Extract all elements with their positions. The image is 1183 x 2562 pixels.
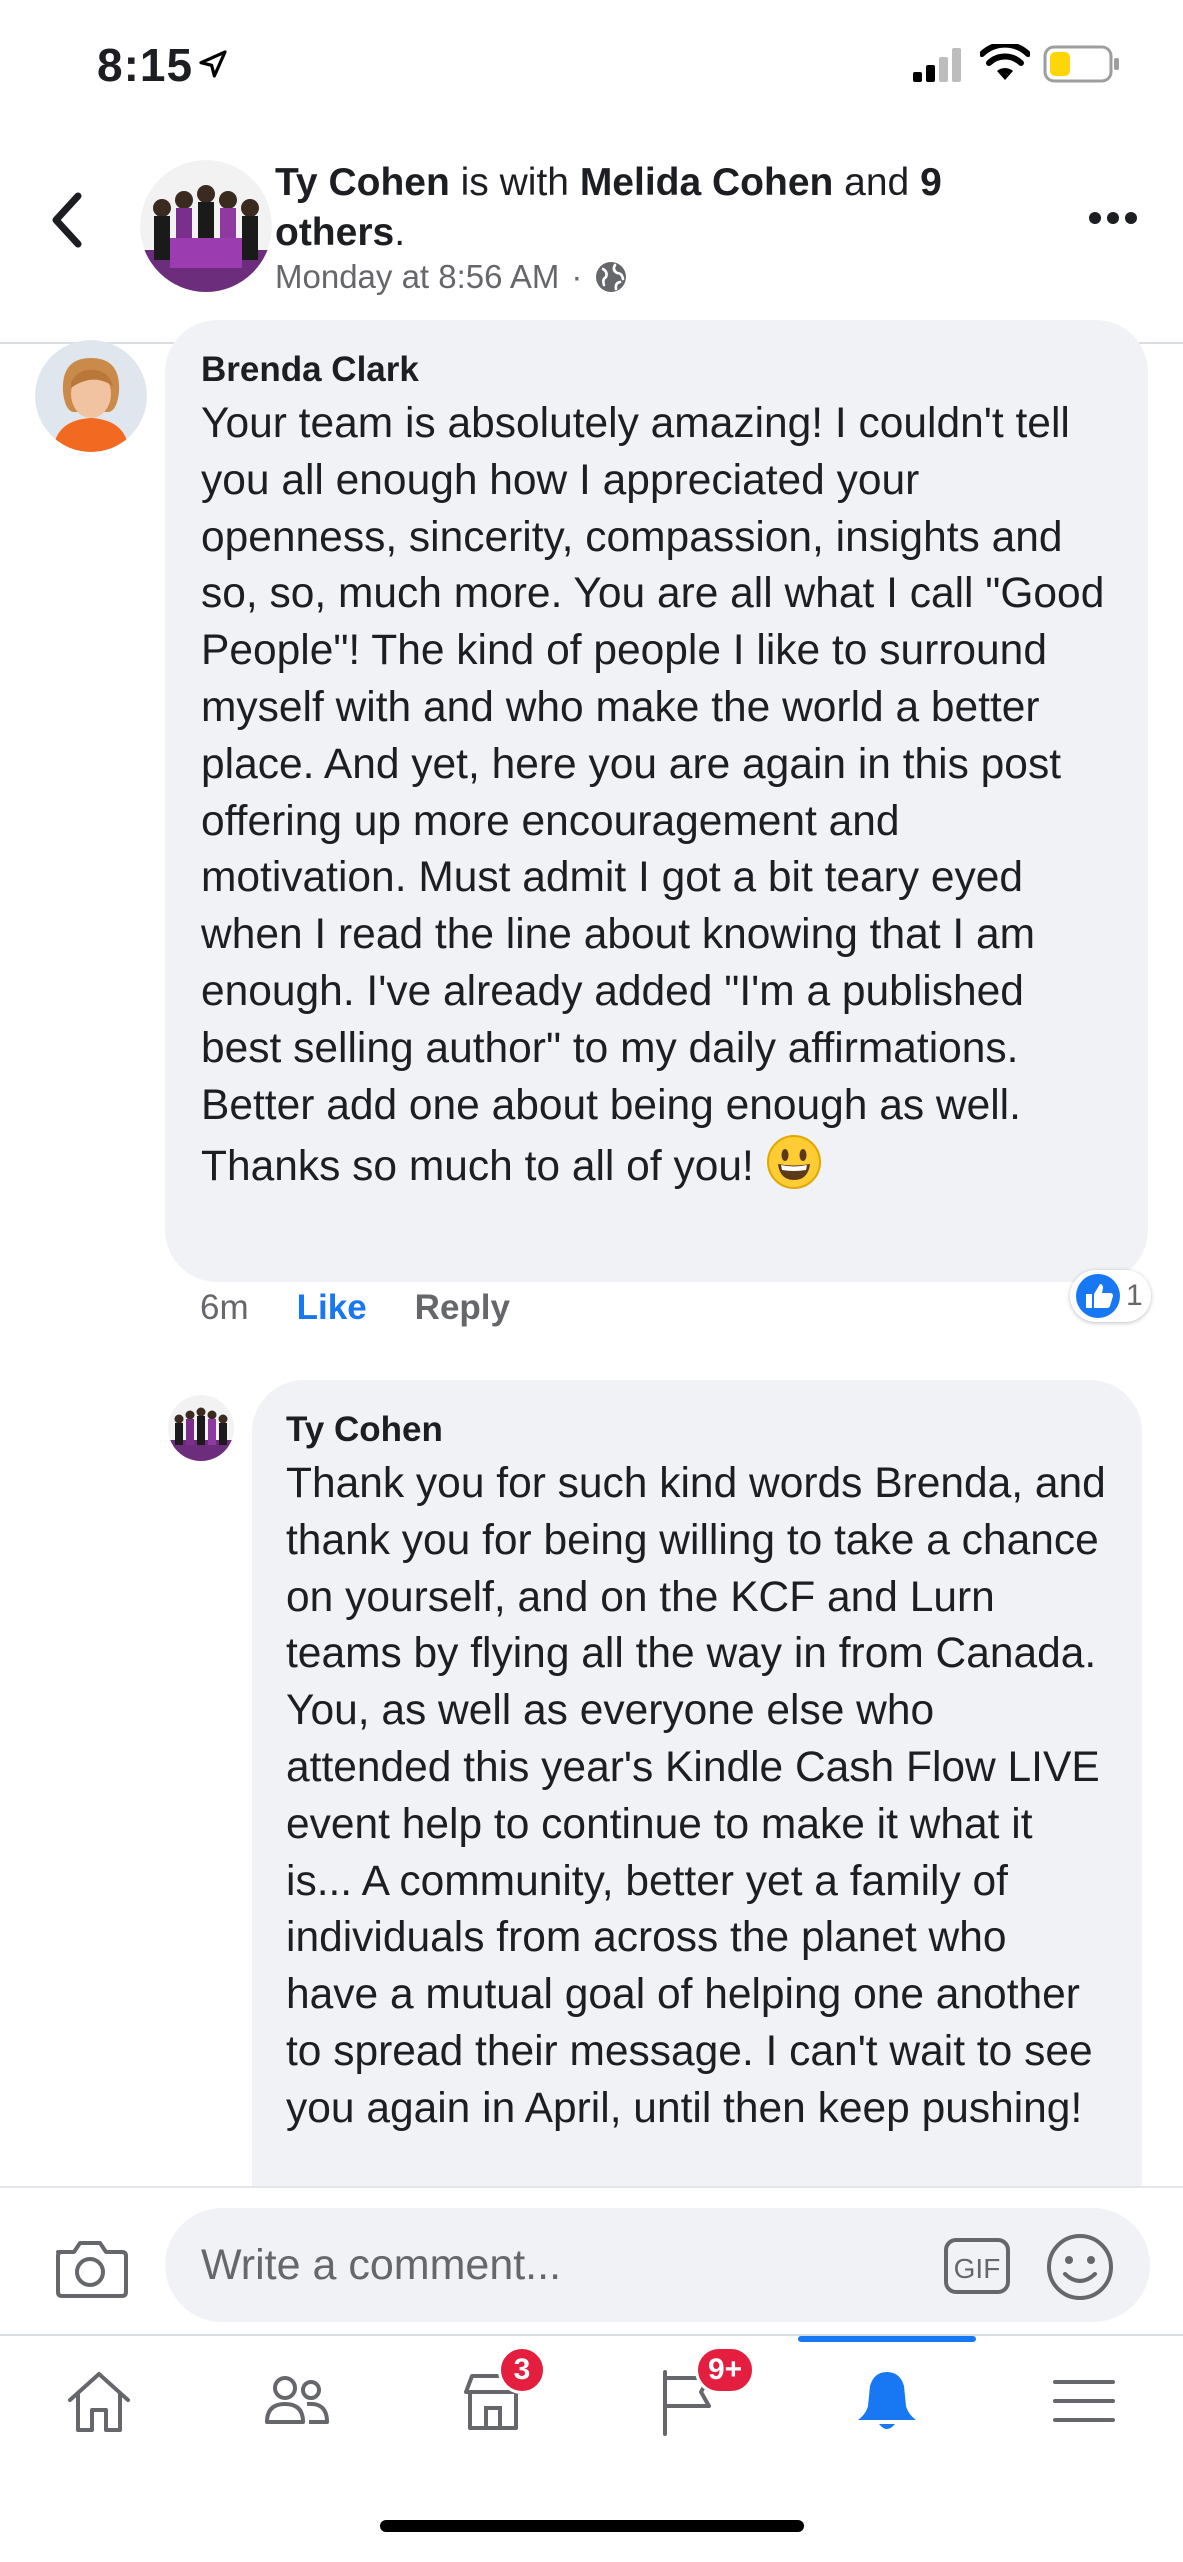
tab-notifications[interactable] [788, 2336, 985, 2466]
comment-time: 6m [200, 1288, 249, 1327]
reaction-count: 1 [1126, 1279, 1143, 1312]
wifi-icon [980, 44, 1030, 80]
status-time: 8:15 [97, 39, 194, 91]
back-chevron-icon[interactable] [48, 190, 88, 250]
comment-author[interactable]: Brenda Clark [201, 350, 1112, 390]
reply-text: Thank you for such kind words Brenda, an… [286, 1460, 1106, 2132]
post-timestamp[interactable]: Monday at 8:56 AM [275, 258, 559, 296]
commenter-avatar[interactable] [35, 340, 147, 452]
menu-icon [1052, 2380, 1115, 2422]
comment-bubble: Brenda Clark Your team is absolutely ama… [165, 320, 1148, 1282]
author-name[interactable]: Ty Cohen [275, 161, 450, 204]
comment-composer: GIF [0, 2186, 1183, 2336]
comment-actions: 6m Like Reply [200, 1288, 510, 1328]
emoji-picker-icon[interactable] [1045, 2232, 1115, 2302]
reaction-summary[interactable]: 1 [1070, 1270, 1151, 1322]
bell-icon [857, 2372, 916, 2429]
home-indicator [380, 2520, 804, 2532]
grinning-emoji-icon [766, 1135, 821, 1190]
battery-icon [1043, 45, 1119, 83]
post-meta: Monday at 8:56 AM · [275, 258, 628, 296]
tab-pages[interactable]: 9+ [591, 2336, 788, 2466]
friends-icon [264, 2376, 329, 2424]
meta-separator: · [571, 258, 583, 295]
home-icon [67, 2372, 130, 2432]
location-arrow-icon [199, 50, 227, 78]
gif-icon[interactable]: GIF [943, 2234, 1011, 2298]
comment-body: Your team is absolutely amazing! I could… [201, 400, 1105, 1191]
like-button[interactable]: Like [297, 1288, 367, 1328]
post-title: Ty Cohen is with Melida Cohen and 9 othe… [275, 158, 1035, 258]
comment-text: Your team is absolutely amazing! I could… [201, 396, 1112, 1196]
and-text: and [833, 161, 921, 204]
camera-icon[interactable] [52, 2236, 128, 2300]
tab-menu[interactable] [985, 2336, 1182, 2466]
cellular-signal-icon [913, 48, 961, 82]
reply-avatar[interactable] [168, 1395, 234, 1461]
tagged-name[interactable]: Melida Cohen [580, 161, 834, 204]
tab-friends[interactable] [197, 2336, 394, 2466]
pages-badge: 9+ [695, 2346, 756, 2394]
status-bar: 8:15 [0, 0, 1183, 130]
more-options-icon[interactable] [1088, 208, 1138, 228]
post-header: Ty Cohen is with Melida Cohen and 9 othe… [0, 130, 1183, 344]
reply-button[interactable]: Reply [415, 1288, 510, 1328]
tab-marketplace[interactable]: 3 [394, 2336, 591, 2466]
gif-label: GIF [954, 2253, 1001, 2284]
marketplace-badge: 3 [498, 2346, 546, 2394]
tab-home[interactable] [0, 2336, 197, 2466]
author-avatar[interactable] [140, 160, 272, 292]
reply-author[interactable]: Ty Cohen [286, 1410, 1108, 1450]
title-period: . [394, 211, 406, 254]
like-reaction-icon [1076, 1274, 1120, 1318]
with-text: is with [449, 161, 580, 204]
globe-icon [596, 262, 627, 292]
